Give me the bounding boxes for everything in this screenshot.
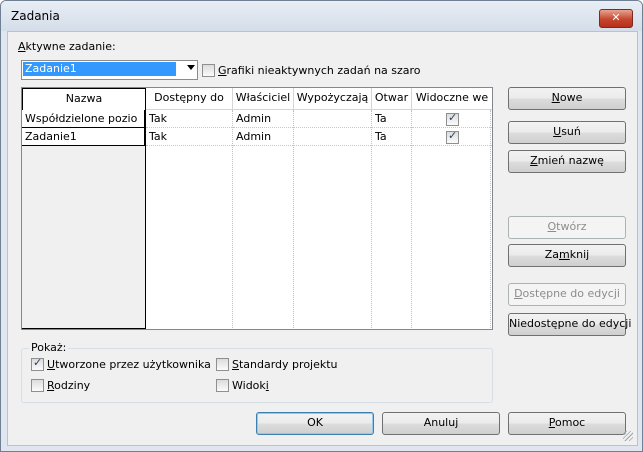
editable-button-text: ostępne do edycji [522,287,620,300]
project-standards-label[interactable]: Standardy projektu [232,358,338,371]
editable-button-mnemonic: D [514,287,523,300]
cancel-button[interactable]: Anuluj [382,412,500,435]
column-header-visible[interactable]: Widoczne we [412,88,492,110]
project-standards-mnemonic: S [232,358,239,371]
tasks-grid[interactable]: Nazwa Dostępny do Właściciel Wypożyczają… [21,87,493,330]
non-editable-button[interactable]: Niedostępne do edycji [508,313,631,336]
new-button[interactable]: Nowe [508,87,626,110]
row-1-owner[interactable]: Admin [233,110,293,128]
chevron-down-icon[interactable] [187,65,195,70]
show-group-title: Pokaż: [29,341,69,354]
show-group [21,348,493,403]
row-1-visible-checkbox[interactable] [446,111,459,126]
editable-button[interactable]: Dostępne do edycji [508,283,626,306]
column-header-available[interactable]: Dostępny do [146,88,233,110]
open-button-mnemonic: O [547,220,557,233]
delete-button-mnemonic: U [553,125,562,138]
column-header-owner[interactable]: Właściciel [233,88,294,110]
new-button-mnemonic: N [551,91,560,104]
delete-button[interactable]: Usuń [508,121,626,144]
user-created-label[interactable]: Utworzone przez użytkownika [47,358,211,371]
views-mnemonic: i [265,379,269,392]
gray-inactive-mnemonic: G [218,64,227,77]
gray-inactive-text: rafiki nieaktywnych zadań na szaro [226,64,421,77]
active-task-label-text: ktywne zadanie: [25,40,116,53]
row-2-open[interactable]: Ta [372,128,411,146]
help-button-text: omoc [555,416,586,429]
row-2-visible-checkbox[interactable] [446,129,459,144]
new-button-text: owe [559,91,583,104]
row-2-owner[interactable]: Admin [233,128,293,146]
row-2-available[interactable]: Tak [146,128,232,146]
user-created-checkbox[interactable] [31,356,44,371]
families-text: odziny [54,379,91,392]
tasks-dialog: Zadania ✕ Aktywne zadanie: Zadanie1 Graf… [0,0,643,452]
views-text: Widok [232,379,266,392]
row-1-available[interactable]: Tak [146,110,232,128]
active-task-dropdown[interactable]: Zadanie1 [21,60,198,80]
families-label[interactable]: Rodziny [47,379,90,392]
close-button[interactable]: ✕ [599,9,633,28]
window-title: Zadania [11,9,60,23]
column-header-open[interactable]: Otwar [372,88,412,110]
gray-inactive-label[interactable]: Grafiki nieaktywnych zadań na szaro [218,64,421,77]
user-created-text: tworzone przez użytkownika [55,358,211,371]
close-task-button[interactable]: Zamknij [508,244,626,267]
resize-grip-icon[interactable] [623,431,633,441]
help-button[interactable]: Pomoc [508,412,626,435]
non-editable-button-text: Niedostępne do edycji [509,317,632,330]
views-label[interactable]: Widoki [232,379,269,392]
close-icon: ✕ [611,11,621,24]
open-button[interactable]: Otwórz [508,216,626,239]
close-task-button-text: knij [569,248,590,261]
gray-inactive-checkbox[interactable] [202,64,215,77]
rename-button[interactable]: Zmień nazwę [508,150,626,173]
row-2-name[interactable]: Zadanie1 [22,128,145,146]
rename-button-mnemonic: Z [530,154,538,167]
active-task-label-mnemonic: A [18,40,26,53]
dialog-body: Aktywne zadanie: Zadanie1 Grafiki nieakt… [7,31,638,446]
column-header-name[interactable]: Nazwa [22,88,146,111]
row-1-borrowed[interactable] [294,110,371,128]
active-task-value: Zadanie1 [23,62,176,76]
project-standards-text: tandardy projektu [238,358,338,371]
close-task-button-mnemonic: m [559,248,570,261]
families-checkbox[interactable] [31,379,44,392]
views-checkbox[interactable] [216,379,229,392]
active-task-label: Aktywne zadanie: [18,40,116,53]
rename-button-text: mień nazwę [537,154,604,167]
close-task-button-pre: Za [544,248,560,261]
row-2-borrowed[interactable] [294,128,371,146]
title-bar: Zadania ✕ [1,1,642,31]
ok-button[interactable]: OK [256,412,374,435]
row-1-open[interactable]: Ta [372,110,411,128]
column-header-borrowed[interactable]: Wypożyczają [294,88,372,110]
user-created-mnemonic: U [47,358,56,371]
project-standards-checkbox[interactable] [216,358,229,371]
row-1-name[interactable]: Współdzielone pozio [22,110,145,128]
delete-button-text: suń [561,125,581,138]
open-button-text: twórz [556,220,587,233]
